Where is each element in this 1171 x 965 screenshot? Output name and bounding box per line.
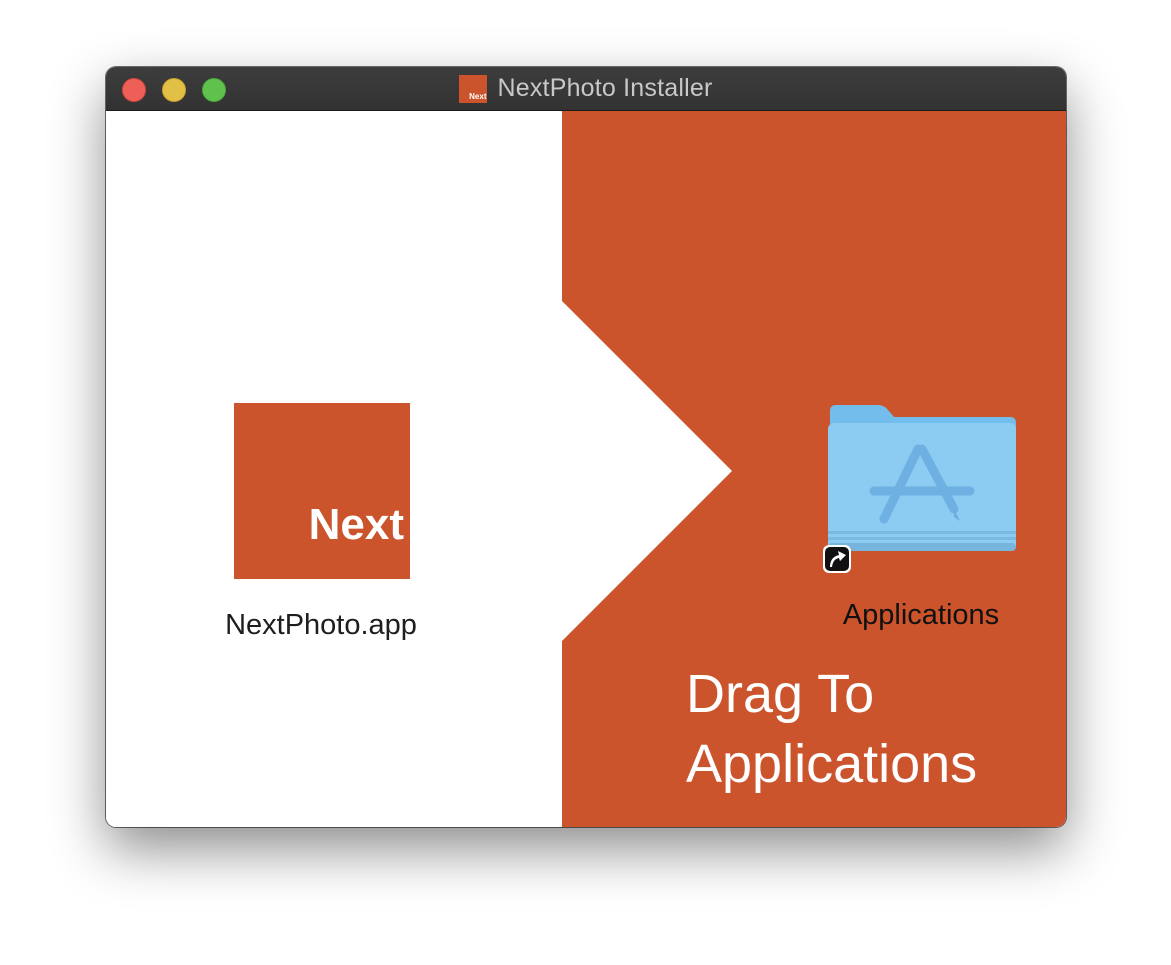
title-icon-text: Next [469, 91, 487, 101]
drag-instruction-line-1: Drag To [686, 664, 875, 724]
applications-label: Applications [842, 599, 1000, 631]
nextphoto-app-icon[interactable]: Next [234, 403, 410, 579]
window-title-group: Next NextPhoto Installer [106, 67, 1066, 110]
installer-background: Next NextPhoto.app Applications Drag To … [106, 111, 1066, 827]
title-app-icon: Next [459, 74, 488, 103]
app-icon-text: Next [308, 500, 404, 549]
title-bar[interactable]: Next NextPhoto Installer [106, 67, 1066, 111]
app-label: NextPhoto.app [225, 609, 417, 641]
window-title: NextPhoto Installer [497, 74, 713, 102]
drag-instruction: Drag To Applications [686, 659, 1046, 799]
drag-instruction-line-2: Applications [686, 734, 978, 794]
alias-arrow-icon [823, 545, 851, 573]
installer-window: Next NextPhoto Installer Next NextPhoto.… [106, 67, 1066, 827]
applications-folder-icon[interactable] [826, 405, 1018, 565]
